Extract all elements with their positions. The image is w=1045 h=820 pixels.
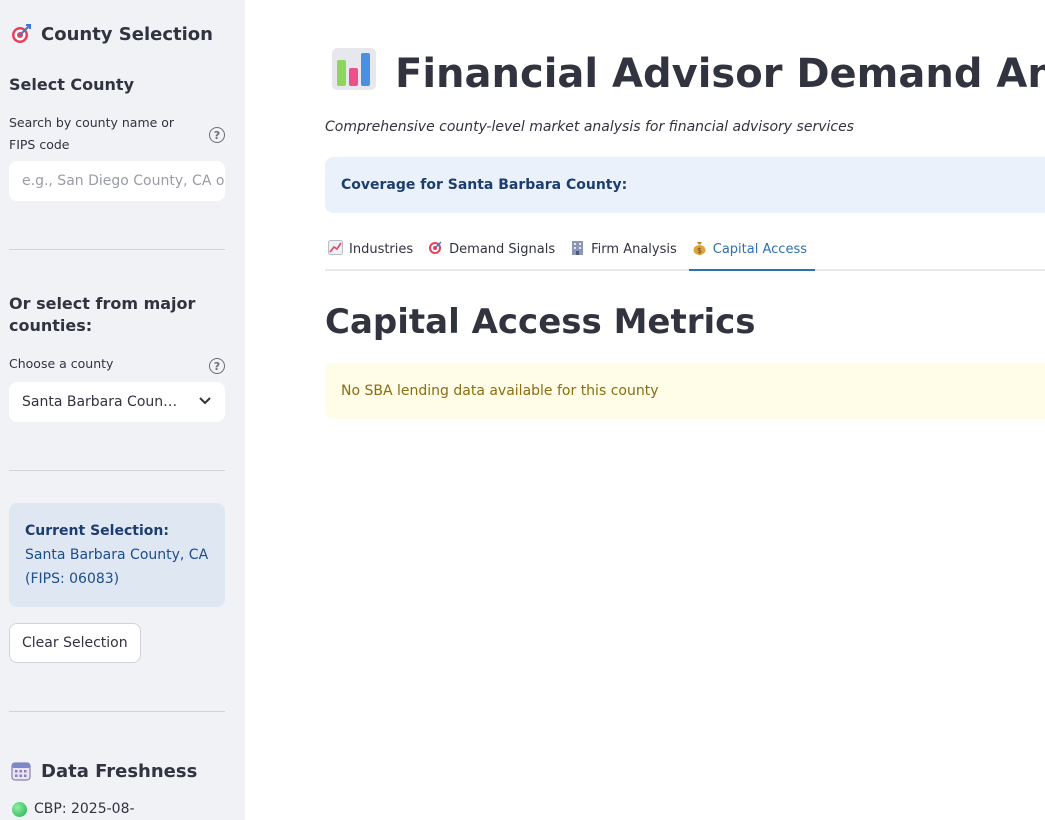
chevron-down-icon [198, 393, 212, 411]
tab-industries[interactable]: Industries [325, 230, 421, 269]
warning-banner: No SBA lending data available for this c… [325, 363, 1045, 419]
tab-label: Demand Signals [449, 242, 556, 257]
sidebar-heading: County Selection [41, 23, 213, 45]
help-icon[interactable]: ? [209, 127, 225, 143]
tab-capital-access[interactable]: $ Capital Access [688, 230, 815, 271]
building-icon [570, 240, 585, 259]
tab-demand-signals[interactable]: Demand Signals [425, 230, 563, 269]
calendar-icon [9, 759, 33, 783]
freshness-item: CBP: 2025-08- [12, 801, 135, 817]
or-select-heading: Or select from major counties: [9, 294, 196, 335]
data-freshness-heading: Data Freshness [9, 759, 197, 783]
section-title: Capital Access Metrics [325, 302, 756, 342]
page-title: Financial Advisor Demand Analyze [331, 46, 1045, 102]
county-search-input[interactable]: e.g., San Diego County, CA or [9, 161, 225, 201]
divider [9, 249, 225, 250]
current-selection-box: Current Selection: Santa Barbara County,… [9, 503, 225, 607]
choose-county-label: Choose a county [9, 356, 114, 371]
chart-icon [328, 240, 343, 259]
tab-label: Firm Analysis [591, 242, 677, 257]
freshness-heading: Data Freshness [41, 760, 198, 782]
current-selection-value: Santa Barbara County, CA (FIPS: 06083) [25, 547, 209, 587]
clear-selection-button[interactable]: Clear Selection [9, 623, 141, 663]
page-caption: Comprehensive county-level market analys… [325, 119, 854, 135]
freshness-item-text: CBP: 2025-08- [34, 801, 135, 817]
status-dot-icon [12, 801, 27, 817]
divider [9, 711, 225, 712]
tab-bar: Industries Demand Signals Firm Analysis … [325, 230, 1045, 271]
tab-label: Capital Access [712, 242, 807, 257]
county-select-value: Santa Barbara Count… [22, 394, 182, 410]
sidebar: County Selection Select County Search by… [0, 0, 245, 820]
select-county-heading: Select County [9, 75, 135, 94]
main-content: Financial Advisor Demand Analyze Compreh… [245, 0, 1045, 820]
svg-text:$: $ [697, 246, 702, 255]
current-selection-label: Current Selection: [25, 523, 169, 539]
target-icon [9, 22, 33, 46]
help-icon[interactable]: ? [209, 358, 225, 374]
search-label: Search by county name or FIPS code [9, 115, 175, 152]
county-selection-heading: County Selection [9, 22, 213, 46]
page-title-text: Financial Advisor Demand Analyze [395, 51, 1045, 97]
county-select[interactable]: Santa Barbara Count… [9, 382, 225, 422]
coverage-banner: Coverage for Santa Barbara County: [325, 157, 1045, 213]
bar-chart-icon [331, 46, 377, 102]
tab-firm-analysis[interactable]: Firm Analysis [567, 230, 685, 269]
tab-label: Industries [349, 242, 414, 257]
divider [9, 470, 225, 471]
money-bag-icon: $ [692, 240, 707, 259]
target-icon [428, 240, 443, 259]
